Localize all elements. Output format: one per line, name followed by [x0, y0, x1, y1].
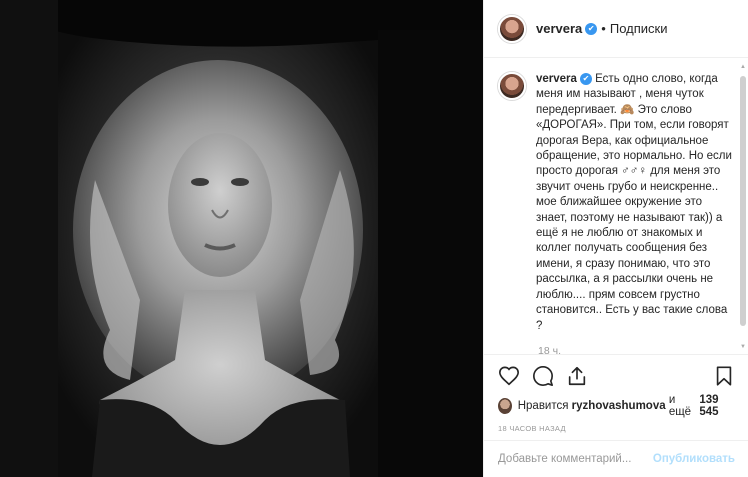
post-time[interactable]: 18 ЧАСОВ НАЗАД: [498, 424, 735, 433]
verified-icon: ✔: [579, 72, 592, 85]
liker-avatar[interactable]: [498, 398, 512, 414]
caption-row: ververa ✔ Есть одно слово, когда меня им …: [498, 72, 735, 334]
comments-section: ververa ✔ Есть одно слово, когда меня им …: [484, 58, 748, 354]
heart-icon[interactable]: [498, 365, 520, 387]
comment-icon[interactable]: [532, 365, 554, 387]
caption-text: ververa ✔ Есть одно слово, когда меня им …: [536, 72, 735, 334]
likes-prefix: Нравится: [517, 400, 569, 412]
author-avatar[interactable]: [498, 14, 526, 43]
post-side-panel: ververa ✔ • Подписки ververa ✔ Есть одно …: [483, 0, 748, 477]
caption-username[interactable]: ververa: [536, 73, 577, 85]
caption-body: Есть одно слово, когда меня им называют …: [536, 73, 732, 332]
post-header: ververa ✔ • Подписки: [484, 0, 748, 58]
verified-icon: ✔: [585, 22, 598, 35]
comments-scrollbar[interactable]: ▲ ▼: [740, 64, 746, 350]
author-username[interactable]: ververa: [536, 21, 582, 36]
post-photo[interactable]: [0, 0, 483, 477]
action-icons-row: [498, 355, 735, 397]
scroll-down-arrow-icon[interactable]: ▼: [740, 344, 746, 350]
portrait-image: [0, 0, 483, 477]
separator-dot: •: [601, 21, 606, 36]
scrollbar-thumb[interactable]: [740, 76, 746, 326]
likes-suffix: и ещё: [668, 394, 692, 418]
comment-input[interactable]: [498, 453, 653, 465]
publish-button[interactable]: Опубликовать: [653, 453, 735, 465]
scroll-up-arrow-icon[interactable]: ▲: [740, 64, 746, 70]
follow-status-button[interactable]: Подписки: [610, 21, 668, 36]
liker-username[interactable]: ryzhovashumova: [572, 400, 666, 412]
add-comment-bar: Опубликовать: [484, 440, 748, 477]
bookmark-icon[interactable]: [713, 365, 735, 387]
share-icon[interactable]: [566, 365, 588, 387]
caption-author-avatar[interactable]: [498, 72, 526, 100]
likes-count[interactable]: 139 545: [699, 394, 735, 418]
caption-time: 18 ч.: [538, 344, 561, 354]
post-actions: Нравится ryzhovashumova и ещё 139 545 18…: [484, 354, 748, 446]
likes-summary: Нравится ryzhovashumova и ещё 139 545: [498, 394, 735, 418]
